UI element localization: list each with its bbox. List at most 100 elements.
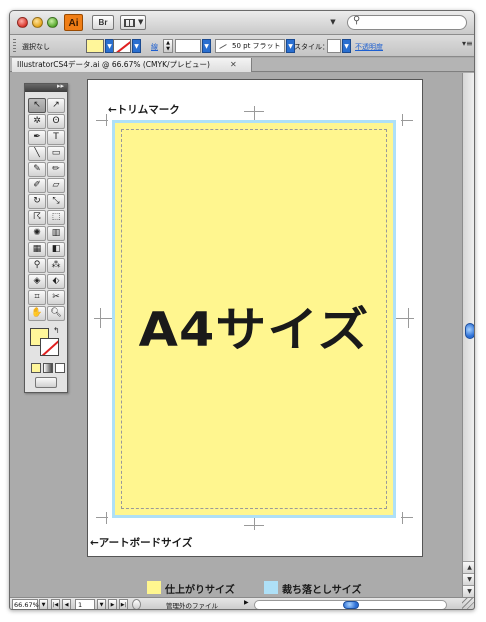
symbol-sprayer-tool-icon[interactable]: ✺ [28,226,46,241]
artboard-dropdown-button[interactable]: ▼ [97,599,106,609]
a4-size-heading: A4サイズ [138,303,370,358]
horizontal-scrollbar[interactable] [254,600,447,609]
workspace-switcher-button[interactable]: ▼ [325,15,341,30]
tools-panel-header[interactable]: ▸▸ [25,82,67,92]
graphic-style-swatch[interactable] [327,39,341,53]
live-paint-bucket-tool-icon[interactable]: ◈ [28,274,46,289]
none-mode-icon[interactable] [55,363,65,373]
hand-tool-icon[interactable]: ✋ [28,306,46,321]
blob-brush-tool-icon[interactable]: ✐ [28,178,46,193]
rectangle-tool-icon[interactable]: ▭ [47,146,65,161]
gradient-tool-icon[interactable]: ◧ [47,242,65,257]
free-transform-tool-icon[interactable]: ⬚ [47,210,65,225]
gradient-mode-icon[interactable] [43,363,53,373]
minimize-window-button[interactable] [32,17,43,28]
zoom-window-button[interactable] [47,17,58,28]
line-tool-icon[interactable]: ╲ [28,146,46,161]
color-mode-icon[interactable] [31,363,41,373]
tools-grid: ↖ ↗ ✲ ʘ ✒ T ╲ ▭ ✎ ✏ ✐ ▱ ↻ ⤡ ☈ ⬚ ✺ ▥ ▦ ◧ [28,98,66,321]
mesh-tool-icon[interactable]: ▦ [28,242,46,257]
column-graph-tool-icon[interactable]: ▥ [47,226,65,241]
document-canvas[interactable]: A4サイズ ←トリムマーク ←アートボードサイズ 仕上がりサイズ 裁ち落としサイ… [10,73,462,597]
panel-menu-icon[interactable]: ▾≡ [462,39,473,48]
artboard[interactable]: A4サイズ ←トリムマーク ←アートボードサイズ [87,79,423,557]
help-search-input[interactable]: ⚲ [347,15,467,30]
last-artboard-button[interactable]: ▶| [119,599,128,609]
scroll-up-arrow[interactable]: ▲ [463,561,474,573]
center-trim-mark [408,308,409,328]
document-tab[interactable]: IllustratorCS4データ.ai @ 66.67% (CMYK/プレビュ… [12,58,252,72]
stroke-color-swatch[interactable] [113,39,131,53]
fill-color-swatch[interactable] [86,39,104,53]
stroke-weight-stepper[interactable]: ▲ ▼ [163,39,173,53]
lasso-tool-icon[interactable]: ʘ [47,114,65,129]
type-tool-icon[interactable]: T [47,130,65,145]
direct-selection-tool-icon[interactable]: ↗ [47,98,65,113]
opacity-link[interactable]: 不透明度 [355,42,383,52]
artboard-number-field[interactable]: 1 [75,599,95,609]
arrange-documents-button[interactable]: ▼ [120,15,146,30]
scroll-bottom-arrow[interactable]: ▼ [463,585,474,597]
close-window-button[interactable] [17,17,28,28]
trim-mark [106,512,107,524]
finished-size-swatch [147,581,161,594]
selection-tool-icon[interactable]: ↖ [28,98,46,113]
vertical-scroll-thumb[interactable] [465,323,474,339]
stroke-weight-input[interactable] [175,39,201,53]
style-label: スタイル： [294,43,329,51]
rotate-tool-icon[interactable]: ↻ [28,194,46,209]
center-trim-mark [254,106,255,120]
brush-definition-select[interactable]: 50 pt フラット [215,39,285,53]
zoom-dropdown-button[interactable]: ▼ [39,599,48,609]
center-trim-mark [100,308,101,328]
trim-mark-callout: ←トリムマーク [108,104,180,116]
horizontal-scroll-thumb[interactable] [343,601,359,609]
screen-mode-button[interactable] [35,377,57,388]
magic-wand-tool-icon[interactable]: ✲ [28,114,46,129]
paintbrush-tool-icon[interactable]: ✎ [28,162,46,177]
pen-tool-icon[interactable]: ✒ [28,130,46,145]
tools-panel: ▸▸ ↖ ↗ ✲ ʘ ✒ T ╲ ▭ ✎ ✏ ✐ ▱ ↻ ⤡ ☈ ⬚ ✺ ▥ ▦ [24,82,68,393]
go-to-bridge-button[interactable]: Br [92,15,114,30]
application-bar: Ai Br ▼ ▼ ⚲ [10,11,474,35]
stroke-dropdown-button[interactable]: ▼ [132,39,141,53]
control-panel: 選択なし ▼ ▼ 線 ▲ ▼ ▼ 50 pt フラット ▼ スタイル： ▼ 不透明… [10,35,474,57]
slice-tool-icon[interactable]: ✂ [47,290,65,305]
trim-mark [96,517,108,518]
search-icon: ⚲ [353,15,361,26]
collapse-icon[interactable]: ▸▸ [57,82,64,90]
swap-fill-stroke-icon[interactable]: ↰ [53,326,60,335]
blend-tool-icon[interactable]: ⁂ [47,258,65,273]
close-tab-icon[interactable]: ✕ [230,58,237,72]
trim-area[interactable]: A4サイズ [115,123,393,515]
first-artboard-button[interactable]: |◀ [51,599,60,609]
resize-grip-icon[interactable] [462,598,474,609]
eyedropper-tool-icon[interactable]: ⚲ [28,258,46,273]
eraser-tool-icon[interactable]: ▱ [47,178,65,193]
live-paint-selection-tool-icon[interactable]: ⬖ [47,274,65,289]
status-menu-arrow[interactable]: ▶ [244,599,249,606]
center-trim-mark [244,525,264,526]
pencil-tool-icon[interactable]: ✏ [47,162,65,177]
selection-status-label: 選択なし [22,43,50,51]
warp-tool-icon[interactable]: ☈ [28,210,46,225]
style-dropdown-button[interactable]: ▼ [342,39,351,53]
illustrator-window: Ai Br ▼ ▼ ⚲ 選択なし ▼ ▼ 線 ▲ ▼ ▼ 50 pt フラット ▼… [9,10,475,610]
panel-grip-handle[interactable] [13,39,16,53]
zoom-level-field[interactable]: 66.67% [12,599,39,609]
previous-artboard-button[interactable]: ◀ [62,599,71,609]
stroke-weight-dropdown-button[interactable]: ▼ [202,39,211,53]
scale-tool-icon[interactable]: ⤡ [47,194,65,209]
finished-size-label: 仕上がりサイズ [165,585,235,596]
stroke-weight-link[interactable]: 線 [151,42,158,52]
zoom-tool-icon[interactable]: 🔍︎ [47,306,65,321]
crop-area-tool-icon[interactable]: ⌗ [28,290,46,305]
scroll-down-arrow[interactable]: ▼ [463,573,474,585]
stroke-color-box[interactable] [40,338,59,356]
fill-stroke-controls: ↰ [30,326,64,358]
artboard-size-callout: ←アートボードサイズ [90,537,193,549]
color-mode-row [29,363,65,373]
vertical-scrollbar[interactable]: ▲ ▼ ▼ [462,73,474,597]
next-artboard-button[interactable]: ▶ [108,599,117,609]
version-cue-icon[interactable] [132,599,141,609]
